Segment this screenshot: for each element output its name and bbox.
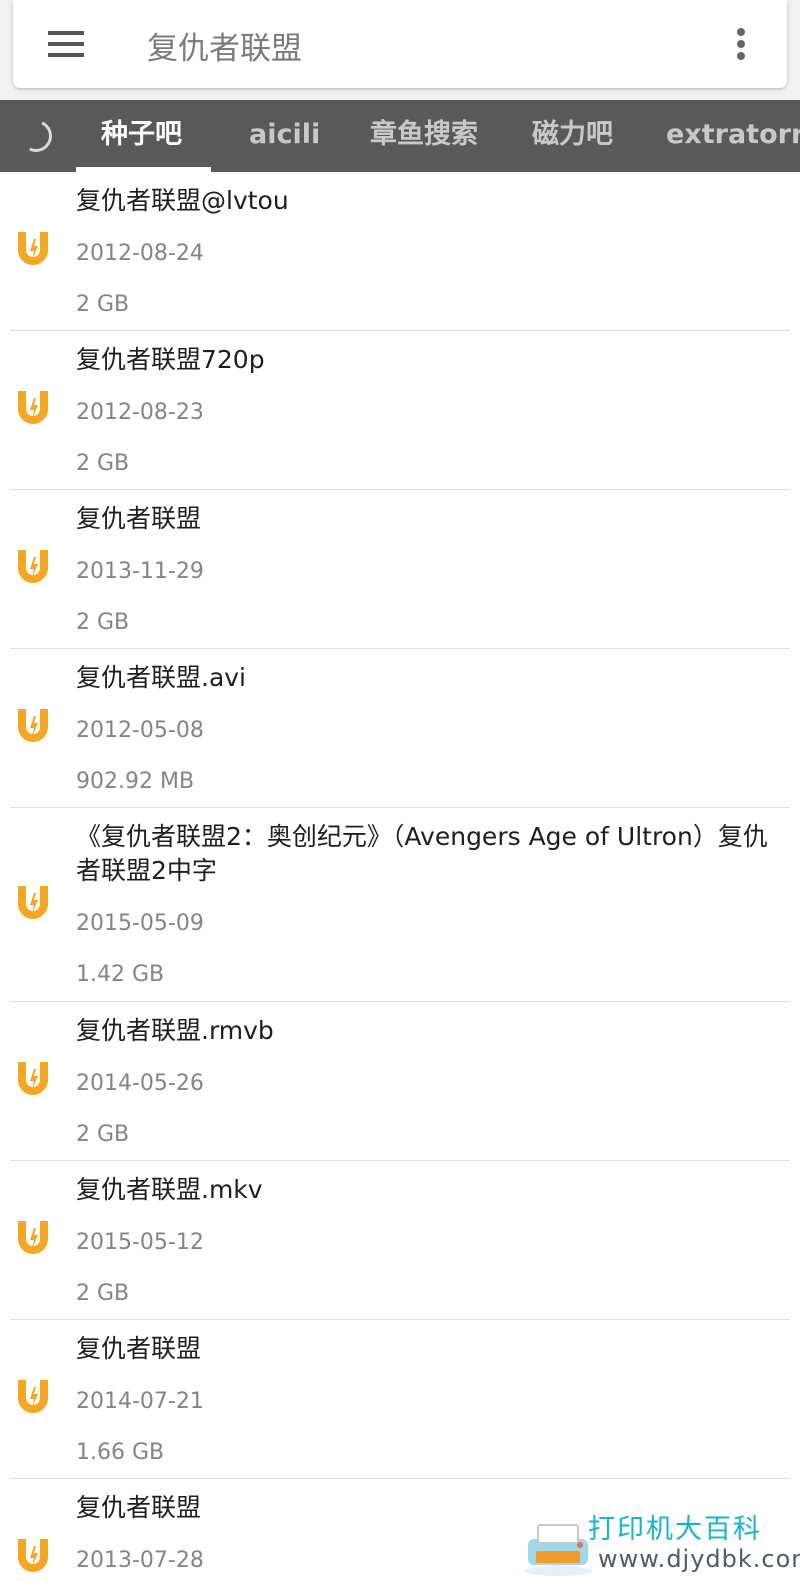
tab-ciliba[interactable]: 磁力吧 — [532, 100, 613, 172]
item-title: 《复仇者联盟2：奥创纪元》（Avengers Age of Ultron）复仇者… — [76, 822, 768, 885]
item-size: 2 GB — [76, 610, 130, 635]
magnet-icon — [18, 1380, 48, 1413]
item-date: 2012-05-08 — [76, 718, 204, 743]
item-title: 复仇者联盟.mkv — [76, 1175, 263, 1204]
item-date: 2014-05-26 — [76, 1071, 204, 1096]
search-bar — [13, 0, 787, 88]
item-title: 复仇者联盟 — [76, 504, 202, 533]
tab-zhangyu-search[interactable]: 章鱼搜索 — [370, 100, 478, 172]
item-title: 复仇者联盟@lvtou — [76, 186, 289, 215]
list-item[interactable]: 复仇者联盟 2014-07-21 1.66 GB — [0, 1320, 800, 1479]
item-title: 复仇者联盟 — [76, 1334, 202, 1363]
source-tabs: 种子吧 aicili 章鱼搜索 磁力吧 extratorre — [0, 100, 800, 172]
list-item[interactable]: 《复仇者联盟2：奥创纪元》（Avengers Age of Ultron）复仇者… — [0, 808, 800, 1002]
tab-extratorrent[interactable]: extratorre — [666, 100, 800, 172]
item-date: 2014-07-21 — [76, 1389, 204, 1414]
magnet-icon — [18, 886, 48, 919]
magnet-icon — [18, 232, 48, 265]
item-size: 2 GB — [76, 1281, 130, 1306]
list-item[interactable]: 复仇者联盟720p 2012-08-23 2 GB — [0, 331, 800, 490]
list-item[interactable]: 复仇者联盟 2013-11-29 2 GB — [0, 490, 800, 649]
list-item[interactable]: 复仇者联盟@lvtou 2012-08-24 2 GB — [0, 172, 800, 331]
watermark-title: 打印机大百科 — [588, 1514, 762, 1545]
magnet-icon — [18, 391, 48, 424]
item-date: 2015-05-09 — [76, 911, 204, 936]
list-item[interactable]: 复仇者联盟.rmvb 2014-05-26 2 GB — [0, 1002, 800, 1161]
item-title: 复仇者联盟.avi — [76, 663, 247, 692]
item-date: 2012-08-24 — [76, 241, 204, 266]
item-size: 2 GB — [76, 292, 130, 317]
magnet-icon — [18, 1539, 48, 1572]
item-date: 2012-08-23 — [76, 400, 204, 425]
app-bar: 种子吧 aicili 章鱼搜索 磁力吧 extratorre — [0, 0, 800, 172]
refresh-spinner-icon[interactable] — [15, 115, 57, 157]
item-date: 2015-05-12 — [76, 1230, 204, 1255]
item-size: 1.66 GB — [76, 1440, 165, 1465]
item-size: 2 GB — [76, 451, 130, 476]
item-title: 复仇者联盟.rmvb — [76, 1016, 274, 1045]
item-size: 1.42 GB — [76, 962, 165, 987]
item-size: 902.92 MB — [76, 769, 195, 794]
more-vert-icon[interactable] — [731, 26, 751, 62]
hamburger-menu-icon[interactable] — [47, 29, 85, 59]
item-date: 2013-07-28 — [76, 1548, 204, 1573]
search-input[interactable] — [147, 22, 687, 68]
site-watermark: 打印机大百科 www.djydbk.com — [518, 1495, 800, 1583]
tab-aicili[interactable]: aicili — [249, 100, 320, 172]
magnet-icon — [18, 550, 48, 583]
magnet-icon — [18, 709, 48, 742]
watermark-url: www.djydbk.com — [598, 1545, 800, 1573]
item-title: 复仇者联盟720p — [76, 345, 265, 374]
list-item[interactable]: 复仇者联盟.avi 2012-05-08 902.92 MB — [0, 649, 800, 808]
list-item[interactable]: 复仇者联盟.mkv 2015-05-12 2 GB — [0, 1161, 800, 1320]
item-size: 2 GB — [76, 1122, 130, 1147]
printer-logo-icon — [524, 1524, 592, 1576]
magnet-icon — [18, 1221, 48, 1254]
item-date: 2013-11-29 — [76, 559, 204, 584]
magnet-icon — [18, 1062, 48, 1095]
tab-zhongziba[interactable]: 种子吧 — [101, 100, 182, 172]
